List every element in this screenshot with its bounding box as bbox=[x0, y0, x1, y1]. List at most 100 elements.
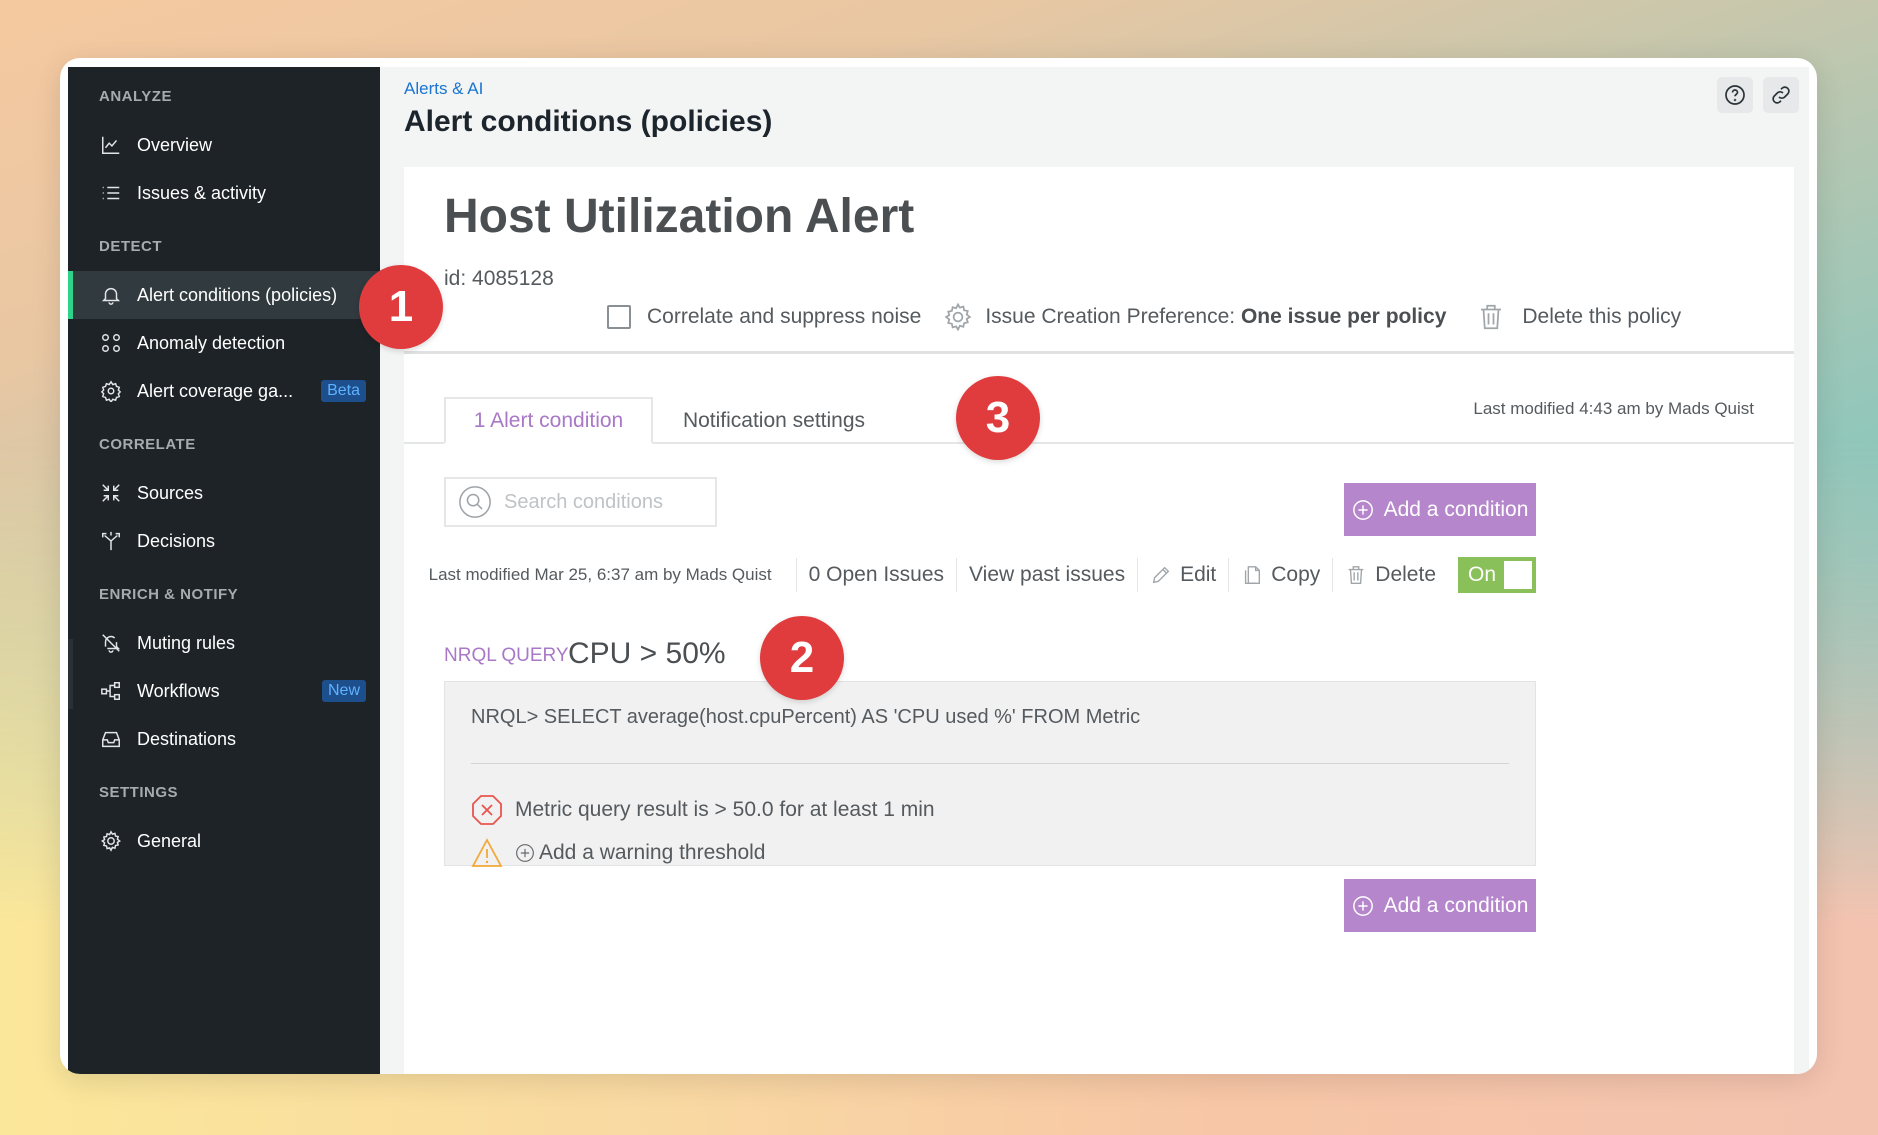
warning-triangle-icon bbox=[471, 837, 515, 869]
policy-name: Host Utilization Alert bbox=[444, 190, 915, 243]
sidebar-item-overview[interactable]: Overview bbox=[68, 121, 380, 169]
view-past-issues-link[interactable]: View past issues bbox=[969, 563, 1125, 587]
sidebar-item-label: Destinations bbox=[137, 728, 237, 749]
main-content: Alerts & AI Alert conditions (policies) … bbox=[380, 67, 1809, 1074]
search-input[interactable] bbox=[504, 490, 704, 514]
sidebar-item-label: Workflows bbox=[137, 680, 220, 701]
sidebar: ANALYZE Overview Issues & activity DETEC… bbox=[68, 67, 380, 1074]
critical-threshold-text: Metric query result is > 50.0 for at lea… bbox=[515, 798, 935, 821]
warning-threshold-row: Add a warning threshold bbox=[471, 837, 765, 869]
sidebar-item-label: Issues & activity bbox=[137, 182, 267, 203]
new-badge: New bbox=[321, 680, 366, 702]
add-warning-threshold-button[interactable]: Add a warning threshold bbox=[515, 841, 765, 865]
sidebar-item-general[interactable]: General bbox=[68, 817, 380, 865]
workflow-icon bbox=[99, 679, 123, 703]
sidebar-item-muting-rules[interactable]: Muting rules bbox=[68, 619, 380, 667]
bell-icon bbox=[99, 283, 123, 307]
policy-last-modified: Last modified 4:43 am by Mads Quist bbox=[1473, 399, 1754, 418]
link-icon bbox=[1769, 83, 1793, 107]
sidebar-section-detect: DETECT bbox=[99, 238, 162, 255]
open-issues-link[interactable]: 0 Open Issues bbox=[809, 563, 944, 587]
sidebar-item-label: Sources bbox=[137, 482, 204, 503]
sidebar-item-label: Alert coverage ga... bbox=[137, 380, 294, 401]
sidebar-item-label: General bbox=[137, 830, 202, 851]
collapse-arrows-icon bbox=[99, 481, 123, 505]
chart-icon bbox=[99, 133, 123, 157]
sidebar-item-alert-coverage[interactable]: Alert coverage ga... Beta bbox=[68, 367, 380, 415]
delete-condition-button[interactable]: Delete bbox=[1345, 563, 1436, 587]
separator bbox=[795, 558, 797, 592]
add-condition-button-bottom[interactable]: Add a condition bbox=[1344, 879, 1536, 932]
sidebar-item-label: Overview bbox=[137, 134, 213, 155]
condition-last-modified: Last modified Mar 25, 6:37 am by Mads Qu… bbox=[428, 565, 772, 584]
sidebar-item-anomaly-detection[interactable]: Anomaly detection bbox=[68, 319, 380, 367]
correlate-label[interactable]: Correlate and suppress noise bbox=[647, 305, 921, 329]
divider bbox=[404, 351, 1794, 354]
query-box: NRQL> SELECT average(host.cpuPercent) AS… bbox=[444, 681, 1536, 869]
plus-circle-icon bbox=[1352, 895, 1384, 917]
critical-x-icon bbox=[471, 794, 515, 826]
add-condition-button[interactable]: Add a condition bbox=[1344, 483, 1536, 536]
correlate-checkbox[interactable] bbox=[607, 305, 631, 329]
sidebar-edge-marker bbox=[68, 639, 73, 709]
nrql-query: NRQL> SELECT average(host.cpuPercent) AS… bbox=[471, 706, 1141, 728]
trash-icon bbox=[1345, 564, 1375, 586]
trash-icon bbox=[1476, 302, 1506, 332]
beta-badge: Beta bbox=[321, 380, 366, 402]
sidebar-item-alert-conditions[interactable]: Alert conditions (policies) bbox=[68, 271, 380, 319]
app-window: ANALYZE Overview Issues & activity DETEC… bbox=[60, 58, 1817, 1074]
gear-puzzle-icon bbox=[99, 379, 123, 403]
gear-icon bbox=[99, 829, 123, 853]
sidebar-item-workflows[interactable]: Workflows New bbox=[68, 667, 380, 715]
bell-off-icon bbox=[99, 631, 123, 655]
sidebar-item-sources[interactable]: Sources bbox=[68, 469, 380, 517]
breadcrumb[interactable]: Alerts & AI bbox=[404, 79, 483, 99]
page-title: Alert conditions (policies) bbox=[404, 105, 773, 138]
search-conditions[interactable] bbox=[444, 477, 717, 527]
condition-name[interactable]: CPU > 50% bbox=[568, 637, 726, 671]
separator bbox=[1332, 558, 1334, 592]
policy-panel: Host Utilization Alert id: 4085128 Corre… bbox=[404, 167, 1794, 1074]
critical-threshold-row: Metric query result is > 50.0 for at lea… bbox=[471, 794, 935, 826]
delete-policy-link[interactable]: Delete this policy bbox=[1522, 305, 1681, 329]
condition-type-label: NRQL QUERY bbox=[444, 645, 569, 666]
issue-preference-link[interactable]: Issue Creation Preference: One issue per… bbox=[985, 305, 1446, 329]
policy-actions: Correlate and suppress noise Issue Creat… bbox=[607, 302, 1681, 332]
condition-toolbar: Last modified Mar 25, 6:37 am by Mads Qu… bbox=[404, 557, 1536, 593]
sidebar-item-destinations[interactable]: Destinations bbox=[68, 715, 380, 763]
tab-notification-settings[interactable]: Notification settings bbox=[654, 397, 894, 444]
add-condition-label: Add a condition bbox=[1383, 893, 1529, 917]
split-arrows-icon bbox=[99, 529, 123, 553]
separator bbox=[1137, 558, 1139, 592]
tab-alert-conditions[interactable]: 1 Alert condition bbox=[444, 397, 653, 444]
delete-label: Delete bbox=[1375, 563, 1436, 586]
copy-link-button[interactable] bbox=[1763, 77, 1799, 113]
sidebar-item-label: Anomaly detection bbox=[137, 332, 286, 353]
plus-circle-icon bbox=[515, 843, 539, 863]
search-icon bbox=[458, 485, 504, 519]
sidebar-item-label: Decisions bbox=[137, 530, 216, 551]
edit-button[interactable]: Edit bbox=[1150, 563, 1216, 587]
help-icon bbox=[1723, 83, 1747, 107]
sidebar-section-settings: SETTINGS bbox=[99, 784, 179, 801]
callout-marker-1: 1 bbox=[359, 265, 443, 349]
separator bbox=[1228, 558, 1230, 592]
callout-marker-3: 3 bbox=[956, 376, 1040, 460]
condition-enabled-toggle[interactable]: On bbox=[1458, 557, 1536, 593]
issue-preference-label: Issue Creation Preference: bbox=[985, 305, 1236, 328]
sidebar-section-correlate: CORRELATE bbox=[99, 436, 196, 453]
edit-label: Edit bbox=[1180, 563, 1217, 586]
sidebar-item-label: Muting rules bbox=[137, 632, 236, 653]
sidebar-item-decisions[interactable]: Decisions bbox=[68, 517, 380, 565]
inbox-icon bbox=[99, 727, 123, 751]
add-warning-label: Add a warning threshold bbox=[539, 841, 766, 864]
issue-preference-value: One issue per policy bbox=[1240, 305, 1447, 328]
sidebar-item-issues-activity[interactable]: Issues & activity bbox=[68, 169, 380, 217]
plus-circle-icon bbox=[1352, 499, 1384, 521]
copy-button[interactable]: Copy bbox=[1241, 563, 1320, 587]
policy-id: id: 4085128 bbox=[444, 267, 554, 290]
sidebar-section-analyze: ANALYZE bbox=[99, 88, 172, 105]
list-icon bbox=[99, 181, 123, 205]
gear-icon bbox=[943, 302, 973, 332]
help-button[interactable] bbox=[1717, 77, 1753, 113]
